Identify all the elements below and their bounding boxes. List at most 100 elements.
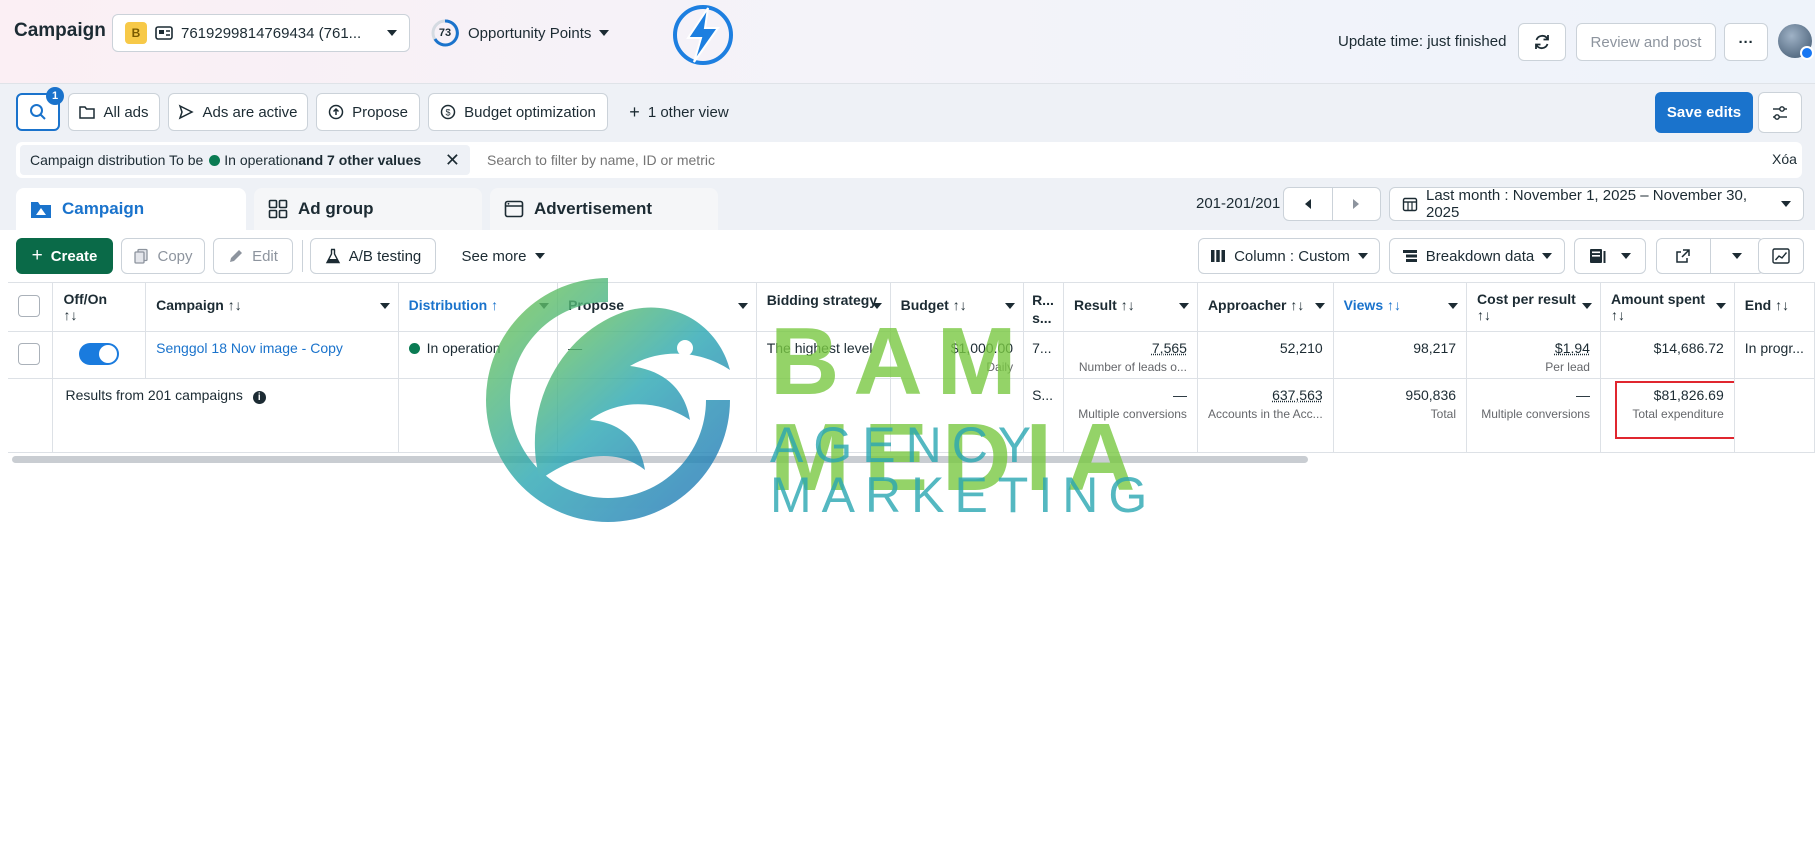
date-range-picker[interactable]: Last month : November 1, 2025 – November… (1389, 187, 1804, 221)
chevron-down-icon (737, 303, 748, 309)
review-and-post-button[interactable]: Review and post (1576, 23, 1716, 61)
row-toggle-cell (52, 331, 147, 379)
sliders-icon (1771, 105, 1789, 121)
cost-sub: Per lead (1545, 360, 1590, 374)
tab-advertisement[interactable]: Advertisement (490, 188, 718, 230)
ab-testing-button[interactable]: A/B testing (310, 238, 436, 274)
opportunity-score-gauge-icon: 73 (430, 18, 460, 48)
close-icon[interactable]: ✕ (445, 150, 460, 171)
distribution-status: In operation (426, 340, 501, 356)
col-approacher[interactable]: Approacher ↑↓ (1197, 282, 1334, 332)
create-button[interactable]: + Create (16, 238, 113, 274)
edit-button[interactable]: Edit (213, 238, 293, 274)
search-input[interactable] (485, 145, 1755, 175)
sort-icon: ↑↓ (1387, 297, 1401, 313)
summary-row: Results from 201 campaigns i S... — Multi… (8, 378, 1815, 453)
settings-sliders-button[interactable] (1758, 92, 1802, 133)
view-all-ads[interactable]: All ads (68, 93, 160, 131)
calendar-icon (1402, 196, 1418, 212)
export-dropdown[interactable] (1711, 239, 1764, 273)
campaign-toggle[interactable] (79, 343, 120, 365)
refresh-icon (1533, 33, 1551, 51)
summary-cost: — Multiple conversions (1466, 378, 1601, 453)
chevron-down-icon (1314, 303, 1325, 309)
horizontal-scrollbar[interactable] (12, 456, 1308, 463)
summary-result: — Multiple conversions (1063, 378, 1198, 453)
select-all-checkbox[interactable] (18, 295, 40, 317)
more-options-button[interactable]: ··· (1724, 23, 1768, 61)
search-count-badge: 1 (46, 87, 64, 105)
chevron-down-icon (1448, 303, 1459, 309)
facebook-badge-icon (1800, 46, 1814, 60)
col-r[interactable]: R... s... (1023, 282, 1064, 332)
chevron-down-icon (1178, 303, 1189, 309)
summary-label-cell: Results from 201 campaigns i (52, 378, 399, 453)
avatar[interactable] (1778, 24, 1814, 60)
sort-icon: ↑↓ (63, 307, 78, 323)
col-off-on[interactable]: Off/On ↑↓ (52, 282, 147, 332)
grid-icon (268, 199, 288, 219)
col-label: Propose (568, 297, 625, 313)
prev-page-button[interactable] (1284, 188, 1333, 220)
column-label: Column : Custom (1234, 247, 1350, 265)
propose-cell: — (557, 331, 757, 379)
reports-button[interactable] (1574, 238, 1646, 274)
see-more-button[interactable]: See more (448, 238, 558, 274)
charts-button[interactable] (1758, 238, 1804, 274)
pagination-controls (1283, 187, 1381, 221)
refresh-button[interactable] (1518, 23, 1566, 61)
info-icon[interactable]: i (252, 391, 266, 404)
search-button[interactable]: 1 (16, 87, 64, 131)
view-propose[interactable]: Propose (316, 93, 420, 131)
lightning-logo-icon (670, 2, 736, 72)
chart-icon (1772, 248, 1790, 264)
row-checkbox[interactable] (18, 343, 40, 365)
sort-up-icon: ↑ (491, 297, 499, 313)
chevron-down-icon (1715, 303, 1726, 309)
col-end[interactable]: End ↑↓ (1734, 282, 1815, 332)
chevron-down-icon (539, 303, 550, 309)
view-ads-active[interactable]: Ads are active (168, 93, 308, 131)
tab-label: Advertisement (534, 199, 653, 218)
summary-empty (890, 378, 1025, 453)
copy-button[interactable]: Copy (121, 238, 205, 274)
summary-approacher-value: 637,563 (1272, 387, 1323, 403)
col-views[interactable]: Views ↑↓ (1333, 282, 1468, 332)
folder-outline-icon (79, 105, 96, 119)
column-selector[interactable]: Column : Custom (1198, 238, 1380, 274)
view-label: Propose (352, 103, 408, 121)
next-page-button[interactable] (1333, 188, 1381, 220)
view-budget-optimization[interactable]: $ Budget optimization (428, 93, 608, 131)
col-distribution[interactable]: Distribution ↑ (398, 282, 559, 332)
tab-ad-group[interactable]: Ad group (254, 188, 482, 230)
col-result[interactable]: Result ↑↓ (1063, 282, 1198, 332)
copy-label: Copy (157, 247, 193, 265)
chevron-down-icon (379, 303, 390, 309)
tab-campaign[interactable]: Campaign (16, 188, 246, 230)
col-cost-per-result[interactable]: Cost per result ↑↓ (1466, 282, 1601, 332)
distribution-cell: In operation (398, 331, 559, 379)
col-bidding-strategy[interactable]: Bidding strategy (756, 282, 891, 332)
opportunity-points-button[interactable]: 73 Opportunity Points (430, 14, 630, 52)
update-time: Update time: just finished (1338, 33, 1507, 50)
end-cell: In progr... (1734, 331, 1815, 379)
breakdown-button[interactable]: Breakdown data (1389, 238, 1565, 274)
date-range-label: Last month : November 1, 2025 – November… (1426, 187, 1748, 221)
account-selector[interactable]: B 7619299814769434 (761... (112, 14, 410, 52)
page-title: Campaign (14, 20, 106, 41)
col-budget[interactable]: Budget ↑↓ (890, 282, 1025, 332)
col-propose[interactable]: Propose (557, 282, 757, 332)
budget-sub: Daily (986, 360, 1014, 374)
chevron-down-icon (1581, 303, 1592, 309)
col-campaign[interactable]: Campaign ↑↓ (145, 282, 399, 332)
clear-filter-link[interactable]: Xóa (1772, 151, 1797, 167)
campaign-name-link[interactable]: Senggol 18 Nov image - Copy (145, 331, 399, 379)
chevron-down-icon (1731, 253, 1742, 259)
summary-cost-sub: Multiple conversions (1481, 407, 1590, 421)
filter-chip[interactable]: Campaign distribution To be In operation… (20, 145, 470, 175)
save-edits-button[interactable]: Save edits (1655, 92, 1753, 133)
col-amount-spent[interactable]: Amount spent ↑↓ (1600, 282, 1735, 332)
export-button[interactable] (1657, 239, 1711, 273)
other-view-button[interactable]: + 1 other view (624, 93, 734, 131)
summary-approacher: 637,563 Accounts in the Acc... (1197, 378, 1334, 453)
